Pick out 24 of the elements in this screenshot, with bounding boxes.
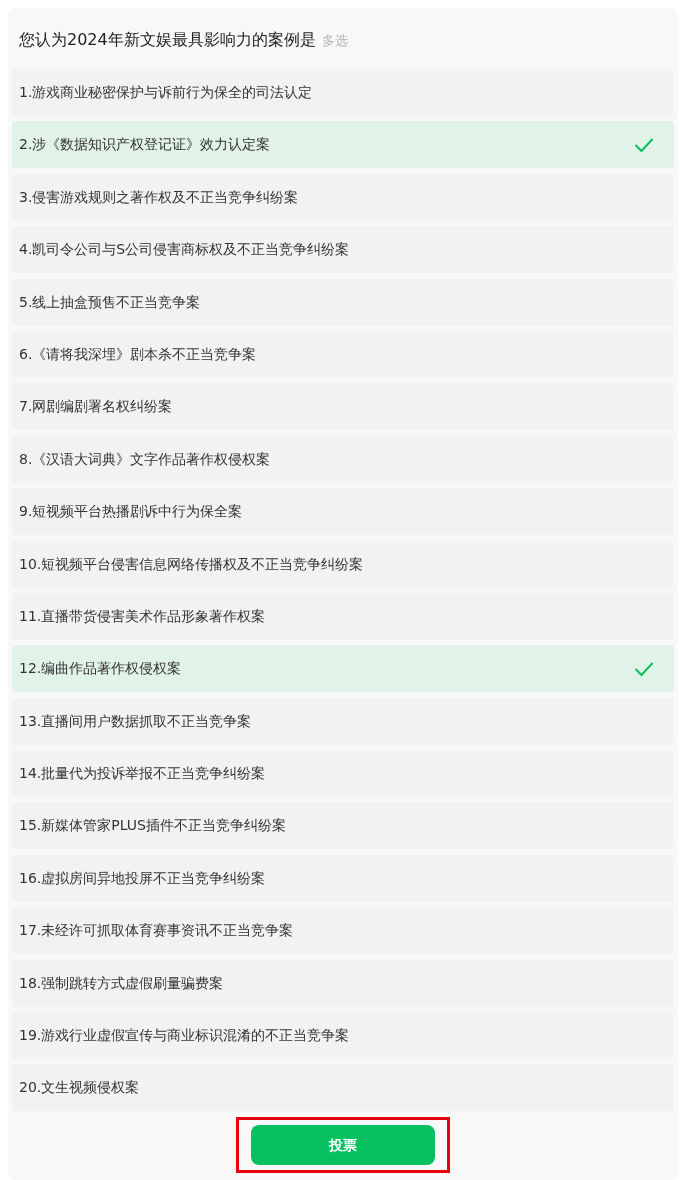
option-item[interactable]: 20.文生视频侵权案	[12, 1064, 674, 1112]
option-item[interactable]: 11.直播带货侵害美术作品形象著作权案	[12, 592, 674, 640]
option-item[interactable]: 3.侵害游戏规则之著作权及不正当竞争纠纷案	[12, 173, 674, 221]
option-item[interactable]: 16.虚拟房间异地投屏不正当竞争纠纷案	[12, 854, 674, 902]
option-item[interactable]: 9.短视频平台热播剧诉中行为保全案	[12, 488, 674, 536]
question-title: 您认为2024年新文娱最具影响力的案例是	[19, 29, 316, 51]
option-item[interactable]: 19.游戏行业虚假宣传与商业标识混淆的不正当竞争案	[12, 1012, 674, 1060]
multi-select-tag: 多选	[321, 29, 348, 53]
option-item[interactable]: 10.短视频平台侵害信息网络传播权及不正当竞争纠纷案	[12, 540, 674, 588]
option-item[interactable]: 17.未经许可抓取体育赛事资讯不正当竞争案	[12, 907, 674, 955]
option-item[interactable]: 7.网剧编剧署名权纠纷案	[12, 383, 674, 431]
check-icon	[634, 136, 654, 153]
option-item[interactable]: 13.直播间用户数据抓取不正当竞争案	[12, 697, 674, 745]
option-item[interactable]: 15.新媒体管家PLUS插件不正当竞争纠纷案	[12, 802, 674, 850]
option-item[interactable]: 12.编曲作品著作权侵权案	[12, 645, 674, 693]
option-item[interactable]: 14.批量代为投诉举报不正当竞争纠纷案	[12, 750, 674, 798]
option-item[interactable]: 18.强制跳转方式虚假刷量骗费案	[12, 959, 674, 1007]
check-icon	[634, 660, 654, 677]
option-item[interactable]: 6.《请将我深埋》剧本杀不正当竞争案	[12, 330, 674, 378]
option-item[interactable]: 2.涉《数据知识产权登记证》效力认定案	[12, 121, 674, 169]
option-item[interactable]: 1.游戏商业秘密保护与诉前行为保全的司法认定	[12, 69, 674, 116]
option-item[interactable]: 5.线上抽盒预售不正当竞争案	[12, 278, 674, 326]
option-item[interactable]: 4.凯司令公司与S公司侵害商标权及不正当竞争纠纷案	[12, 226, 674, 274]
option-item[interactable]: 8.《汉语大词典》文字作品著作权侵权案	[12, 435, 674, 483]
